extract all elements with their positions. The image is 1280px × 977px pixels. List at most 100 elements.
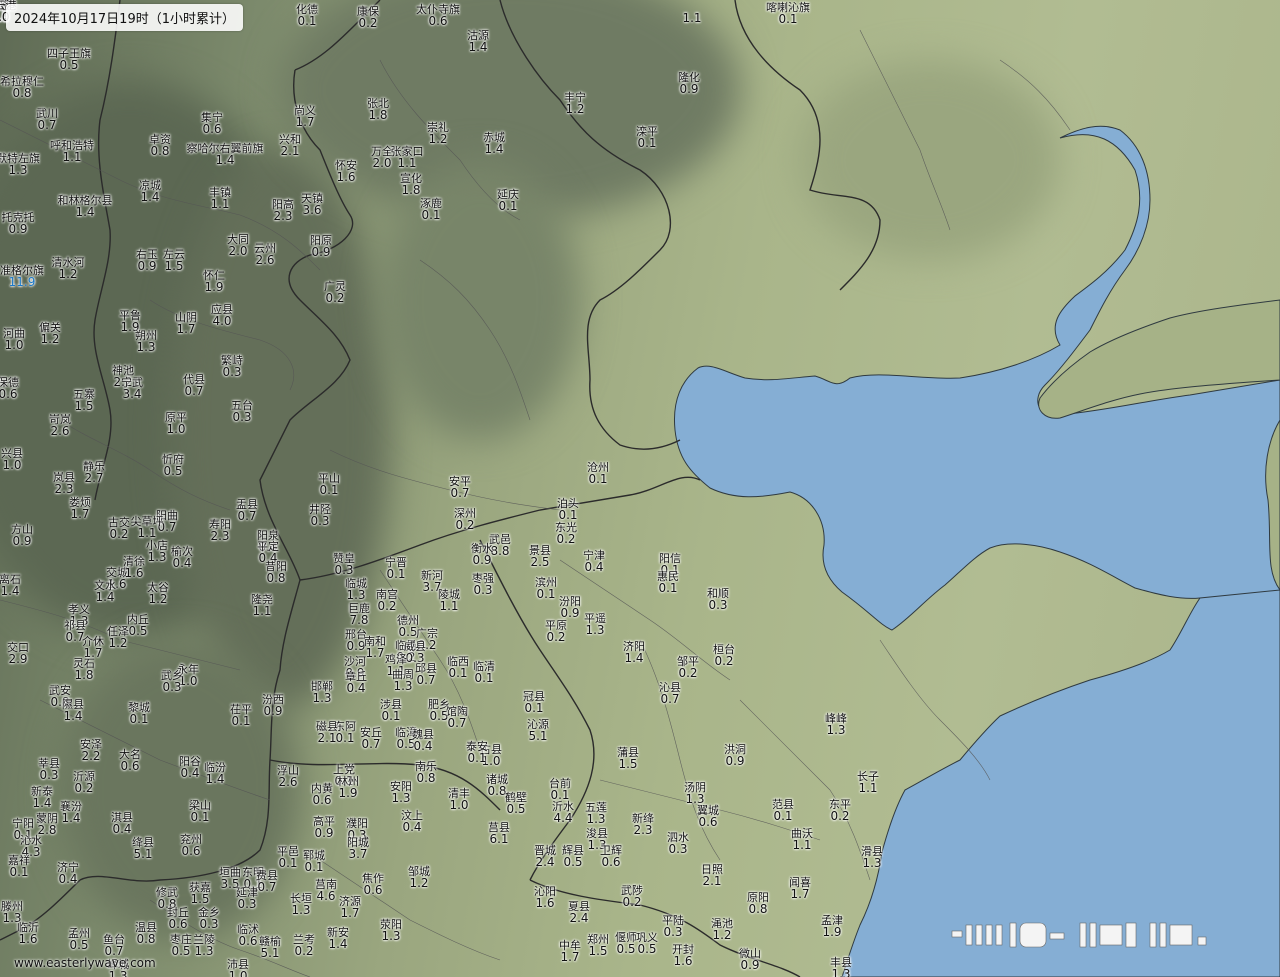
station-label: 盂县 0.7	[236, 499, 258, 524]
station-value: 0.9	[472, 553, 492, 568]
station-value: 1.3	[585, 623, 605, 638]
province-boundary	[93, 0, 121, 501]
station-label: 怀仁 1.9	[203, 270, 225, 294]
station-label: 保德 0.6	[0, 377, 19, 401]
station-label: 沂水 4.4	[552, 801, 574, 825]
station-value: 7.8	[349, 613, 369, 628]
station-value: 1.1	[62, 150, 82, 165]
station-label: 准格尔旗 11.9	[0, 265, 44, 289]
station-label: 微山 0.9	[739, 948, 761, 973]
station-value: 3.4	[122, 387, 142, 402]
station-label: 隆尧 1.1	[251, 594, 273, 618]
station-label: 新泰 1.4	[31, 786, 53, 810]
station-label: 梁山 0.1	[189, 800, 211, 824]
station-value: 2.4	[535, 855, 555, 870]
station-label: 新安 1.4	[327, 927, 349, 951]
station-label: 长子 1.1	[857, 771, 879, 795]
station-label: 赞皇 0.3	[333, 553, 355, 577]
station-label: 忻府 0.5	[162, 454, 184, 478]
station-label: 丰镇 1.1	[209, 187, 231, 211]
station-label: 临沭 0.6	[237, 924, 259, 948]
station-value: 1.4	[61, 811, 81, 826]
station-value: 1.5	[190, 892, 210, 907]
station-label: 隰县 1.4	[62, 699, 84, 723]
station-value: 1.8	[74, 668, 94, 683]
station-value: 0.2	[830, 809, 850, 824]
station-label: 安丘 0.7	[360, 727, 382, 751]
station-value: 0.9	[740, 958, 760, 973]
station-value: 1.4	[0, 584, 20, 599]
station-value: 1.2	[409, 876, 429, 891]
station-value: 1.3	[391, 791, 411, 806]
station-value: 0.7	[416, 673, 436, 688]
station-value: 1.3	[291, 903, 311, 918]
station-label: 五台 0.3	[231, 400, 253, 424]
station-label: 兴县 1.0	[1, 448, 23, 473]
station-value: 0.3	[222, 365, 242, 380]
station-value: 0.7	[257, 880, 277, 895]
station-label: 沁源 5.1	[527, 719, 549, 743]
station-value: 0.5	[59, 58, 79, 73]
station-value: 1.3	[586, 812, 606, 827]
station-label: 巩义 0.5	[636, 932, 658, 956]
weather-map[interactable]: 化德 0.1 康保 0.2 太仆寺旗 0.6 1.1 喀喇沁旗 0.1 四子王旗 0.5 沽源 1.4 希…	[0, 0, 1280, 977]
station-label: 清徐 1.6	[123, 556, 145, 580]
station-value: 0.7	[237, 509, 257, 524]
station-label: 临西 0.1	[447, 656, 469, 680]
station-value: 0.1	[637, 136, 657, 151]
station-value: 0.3	[199, 917, 219, 932]
station-value: 0.1	[381, 709, 401, 724]
station-label: 安阳 1.3	[390, 781, 412, 806]
station-value: 0.9	[314, 826, 334, 841]
station-label: 济源 1.7	[339, 896, 361, 920]
station-label: 云州 2.6	[254, 243, 276, 267]
station-label: 临清 0.1	[473, 661, 495, 685]
station-value: 0.8	[12, 86, 32, 101]
station-label: 宁晋 0.1	[385, 557, 407, 581]
station-value: 2.9	[8, 652, 28, 667]
station-value: 1.9	[822, 925, 842, 940]
station-label: 张家口 1.1	[391, 146, 424, 170]
station-value: 0.1	[319, 483, 339, 498]
station-value: 0.6	[202, 122, 222, 137]
station-value: 1.6	[673, 954, 693, 969]
station-label: 任泽 1.2	[107, 626, 129, 650]
signature-mark	[951, 922, 1207, 948]
station-label: 安平 0.7	[449, 476, 471, 500]
station-label: 隆化 0.9	[678, 72, 700, 96]
station-label: 平邑 0.1	[277, 846, 299, 870]
station-value: 0.4	[180, 766, 200, 781]
station-label: 安泽 2.2	[80, 739, 102, 763]
station-label: 寿阳 2.3	[209, 519, 231, 543]
station-value: 0.5	[563, 855, 583, 870]
station-value: 1.0	[2, 458, 22, 473]
station-label: 林州 1.9	[337, 776, 359, 800]
station-value: 0.2	[109, 527, 129, 542]
station-label: 井陉 0.3	[309, 504, 331, 528]
station-value: 0.8	[266, 571, 286, 586]
station-label: 鱼台 0.7	[103, 934, 125, 958]
station-value: 4.6	[316, 889, 336, 904]
station-value: 0.3	[663, 925, 683, 940]
station-label: 崇礼 1.2	[427, 122, 449, 146]
station-label: 托克托 0.9	[2, 212, 35, 236]
station-label: 焦作 0.6	[362, 873, 384, 897]
county-boundary	[329, 449, 561, 511]
station-value: 0.1	[773, 809, 793, 824]
station-value: 2.7	[84, 471, 104, 486]
station-label: 章丘 0.4	[345, 671, 367, 695]
station-label: 沽源 1.4	[467, 30, 489, 54]
station-value: 0.7	[37, 118, 57, 133]
station-value: 0.5	[171, 944, 191, 959]
station-value: 1.1	[792, 838, 812, 853]
station-label: 朔州 1.3	[135, 330, 157, 355]
station-value: 0.9	[12, 534, 32, 549]
station-value: 1.2	[40, 332, 60, 347]
station-label: 高平 0.9	[313, 816, 335, 841]
station-label: 金乡 0.3	[198, 907, 220, 932]
station-value: 1.3	[136, 340, 156, 355]
station-label: 滑县 1.3	[861, 846, 883, 870]
station-value: 1.2	[712, 928, 732, 943]
station-value: 1.7	[365, 646, 385, 661]
station-label: 临沂 1.6	[17, 922, 39, 946]
